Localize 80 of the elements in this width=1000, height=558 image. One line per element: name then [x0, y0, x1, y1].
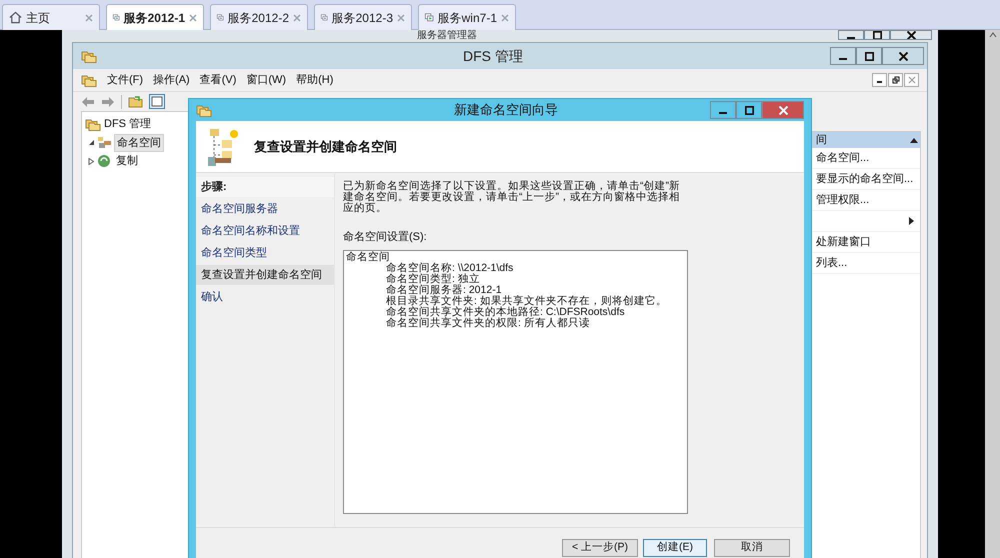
app-icon [81, 73, 97, 87]
submenu-arrow-icon[interactable] [909, 217, 914, 225]
step-item[interactable]: 命名空间服务器 [196, 199, 334, 219]
cancel-button[interactable]: 取消 [714, 538, 790, 556]
dialog-title: 新建命名空间向导 [454, 101, 558, 120]
browser-tab[interactable]: 服务2012-3 [314, 4, 412, 30]
maximize-button[interactable] [864, 30, 890, 40]
close-icon [778, 106, 788, 114]
menu-item[interactable]: 帮助(H) [296, 72, 334, 88]
browser-tab[interactable]: 主页 [2, 4, 100, 30]
browser-tab[interactable]: 服务2012-1 [106, 4, 204, 30]
steps-title: 步骤: [196, 177, 334, 197]
back-button[interactable]: < 上一步(P) [562, 538, 638, 556]
minimize-icon [847, 36, 855, 39]
folders-icon [85, 117, 101, 132]
action-item[interactable]: 处新建窗口 [816, 234, 871, 250]
minimize-button[interactable] [838, 30, 864, 40]
menu-item[interactable]: 窗口(W) [246, 72, 286, 88]
tree-item[interactable]: 复制 [114, 153, 140, 170]
settings-line: 命名空间名称: \\2012-1\dfs [385, 262, 514, 274]
settings-textbox[interactable]: 命名空间 命名空间名称: \\2012-1\dfs 命名空间类型: 独立 命名空间服务器: 2012-1 根目录共享文件夹: 如果共享文件夹不存在，则将创建它。 命名空间共享文件夹的本地路径: C:\DFSRoots\dfs 命名空间共享文件夹的权限: 所有人都只读 [343, 250, 688, 514]
maximize-icon [744, 106, 754, 114]
maximize-button[interactable] [856, 47, 882, 65]
close-icon [898, 52, 908, 60]
step-item[interactable]: 复查设置并创建命名空间 [196, 265, 334, 285]
settings-line: 命名空间类型: 独立 [385, 274, 481, 284]
collapsed-arrow-icon[interactable] [88, 158, 95, 165]
sync-icon [97, 154, 112, 168]
server-folder-icon [97, 136, 112, 150]
browser-tab[interactable]: 服务win7-1 [418, 4, 516, 30]
minimize-button[interactable] [830, 47, 856, 65]
home-icon [9, 11, 22, 24]
app-icon [81, 49, 97, 63]
window-title: DFS 管理 [463, 46, 523, 66]
window-title: 服务器管理器 [417, 31, 477, 41]
pane-header: 间 [816, 132, 827, 148]
description-text: 已为新命名空间选择了以下设置。如果这些设置正确，请单击“创建”新建命名空间。若要更改设置，请单击“上一步”，或在方向窗格中选择相应的页。 [343, 181, 681, 214]
folder-tree-icon [206, 126, 240, 166]
settings-line: 根目录共享文件夹: 如果共享文件夹不存在，则将创建它。 [385, 296, 668, 306]
folder-up-icon[interactable] [128, 95, 143, 108]
minimize-icon [839, 58, 847, 60]
step-item[interactable]: 命名空间名称和设置 [196, 221, 334, 241]
close-icon [908, 76, 916, 84]
action-item[interactable]: 要显示的命名空间... [816, 170, 914, 188]
close-icon [906, 31, 916, 39]
settings-label: 命名空间设置(S): [343, 230, 428, 245]
close-button[interactable] [882, 47, 924, 65]
maximize-button[interactable] [736, 101, 762, 119]
settings-line: 命名空间共享文件夹的权限: 所有人都只读 [385, 318, 591, 328]
action-item[interactable]: 列表... [816, 254, 848, 272]
settings-line: 命名空间 [346, 252, 391, 262]
minimize-button[interactable] [710, 101, 736, 119]
settings-line: 命名空间共享文件夹的本地路径: C:\DFSRoots\dfs [385, 306, 626, 318]
menu-item[interactable]: 查看(V) [200, 72, 236, 88]
panel-icon[interactable] [149, 94, 165, 109]
maximize-icon [864, 52, 874, 60]
menu-item[interactable]: 文件(F) [107, 72, 144, 88]
collapse-icon[interactable] [910, 137, 918, 143]
scroll-up-icon[interactable] [988, 32, 996, 38]
browser-tab[interactable]: 服务2012-2 [210, 4, 308, 30]
action-item[interactable]: 管理权限... [816, 192, 870, 208]
settings-line: 命名空间服务器: 2012-1 [385, 284, 502, 296]
minimize-icon [719, 112, 727, 114]
step-item[interactable]: 命名空间类型 [196, 243, 334, 263]
minimize-button[interactable] [872, 73, 887, 87]
expanded-arrow-icon[interactable] [88, 139, 95, 146]
restore-button[interactable] [888, 73, 903, 87]
page-heading: 复查设置并创建命名空间 [254, 138, 397, 156]
tree-item[interactable]: 命名空间 [114, 134, 164, 152]
monitor-icon [425, 11, 434, 24]
maximize-icon [872, 31, 882, 39]
menu-item[interactable]: 操作(A) [153, 72, 190, 88]
restore-icon [892, 76, 900, 84]
create-button[interactable]: 创建(E) [643, 538, 707, 556]
action-item[interactable]: 命名空间... [816, 150, 870, 166]
tree-item[interactable]: DFS 管理 [104, 116, 152, 132]
step-item[interactable]: 确认 [196, 287, 334, 307]
scrollbar[interactable] [985, 30, 1000, 558]
close-button[interactable] [890, 30, 932, 40]
app-icon [196, 103, 212, 117]
